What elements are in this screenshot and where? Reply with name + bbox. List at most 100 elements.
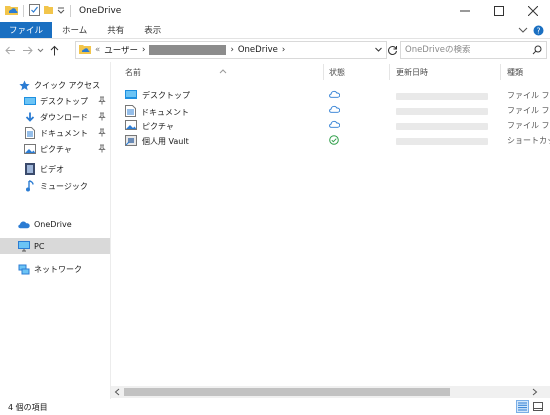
column-divider[interactable] (323, 64, 324, 80)
column-name[interactable]: 名前 (125, 67, 141, 78)
pin-icon (98, 96, 106, 107)
sidebar-item-pc[interactable]: PC (0, 238, 110, 254)
table-row[interactable]: 個人用 Vault ショートカット (111, 134, 550, 149)
properties-icon[interactable] (29, 3, 40, 19)
sidebar-item-label: OneDrive (34, 219, 72, 229)
toolbar-separator (70, 5, 71, 17)
file-type: ファイル フォル (507, 121, 550, 130)
file-name-cell: デスクトップ (125, 90, 190, 101)
breadcrumb-separator[interactable]: › (282, 45, 285, 55)
up-button[interactable] (47, 43, 61, 57)
sidebar-item-label: ビデオ (40, 164, 64, 174)
tab-file[interactable]: ファイル (0, 22, 53, 38)
customize-toolbar-icon[interactable] (57, 5, 65, 18)
maximize-button[interactable] (482, 0, 516, 22)
network-icon (18, 263, 30, 275)
sidebar-item-label: デスクトップ (40, 96, 88, 106)
search-icon[interactable] (532, 45, 542, 58)
tab-view[interactable]: 表示 (134, 22, 171, 38)
sidebar-item-documents[interactable]: ドキュメント (0, 125, 110, 141)
table-row[interactable]: ピクチャ ファイル フォル (111, 119, 550, 134)
scroll-right-icon[interactable] (532, 388, 538, 399)
file-name: ピクチャ (142, 121, 174, 131)
sidebar-item-videos[interactable]: ビデオ (0, 161, 110, 177)
sidebar-item-desktop[interactable]: デスクトップ (0, 93, 110, 109)
toolbar-separator (23, 5, 24, 17)
breadcrumb-users[interactable]: ユーザー (104, 44, 138, 56)
music-icon (24, 180, 36, 192)
sidebar-item-network[interactable]: ネットワーク (0, 261, 110, 277)
sort-ascending-icon (219, 67, 227, 76)
sidebar-item-music[interactable]: ミュージック (0, 178, 110, 194)
minimize-button[interactable] (448, 0, 482, 22)
vault-shortcut-icon (125, 135, 137, 148)
computer-icon (18, 240, 30, 252)
sidebar-item-downloads[interactable]: ダウンロード (0, 109, 110, 125)
help-icon[interactable]: ? (533, 22, 544, 39)
navigation-bar: « ユーザー › › OneDrive › (0, 39, 550, 61)
breadcrumb-onedrive[interactable]: OneDrive (238, 45, 278, 55)
file-name: 個人用 Vault (142, 137, 189, 146)
onedrive-folder-icon (5, 4, 18, 18)
star-icon (18, 79, 30, 91)
sidebar-item-onedrive[interactable]: OneDrive (0, 216, 110, 232)
sidebar-item-pictures[interactable]: ピクチャ (0, 141, 110, 157)
sidebar-item-label: クイック アクセス (34, 80, 101, 90)
documents-folder-icon (125, 105, 136, 119)
sidebar-item-label: PC (34, 241, 45, 251)
navigation-pane: クイック アクセス デスクトップ ダウンロード ドキュメント ピクチャ ビデオ (0, 66, 110, 399)
status-bar: 4 個の項目 (0, 399, 550, 415)
file-type: ショートカット (507, 136, 550, 145)
table-row[interactable]: デスクトップ ファイル フォル (111, 89, 550, 104)
recent-locations-icon[interactable] (36, 43, 44, 57)
search-input[interactable] (405, 45, 525, 55)
file-name: ドキュメント (141, 107, 189, 117)
column-modified[interactable]: 更新日時 (396, 67, 428, 78)
expand-ribbon-icon[interactable] (518, 22, 528, 39)
file-list: 名前 状態 更新日時 種類 デスクトップ ファイル フォル ドキュメント (111, 62, 550, 399)
breadcrumb-separator[interactable]: › (230, 45, 233, 55)
file-name-cell: 個人用 Vault (125, 135, 189, 148)
cloud-icon (329, 105, 341, 115)
svg-text:?: ? (537, 26, 541, 35)
close-button[interactable] (516, 0, 550, 22)
horizontal-scrollbar[interactable] (111, 386, 550, 398)
sidebar-item-quick-access[interactable]: クイック アクセス (0, 77, 110, 93)
item-count: 4 個の項目 (8, 403, 48, 412)
sidebar-item-label: ミュージック (40, 181, 88, 191)
column-type[interactable]: 種類 (507, 67, 523, 78)
breadcrumb-overflow[interactable]: « (95, 45, 100, 55)
scroll-left-icon[interactable] (114, 388, 120, 399)
redacted-date (396, 123, 488, 130)
scrollbar-thumb[interactable] (124, 388, 450, 396)
redacted-date (396, 138, 488, 145)
search-box[interactable] (400, 41, 547, 59)
pin-icon (98, 112, 106, 123)
forward-button[interactable] (20, 43, 34, 57)
sidebar-item-label: ダウンロード (40, 112, 88, 122)
tab-share[interactable]: 共有 (97, 22, 134, 38)
large-icons-view-icon[interactable] (531, 400, 544, 413)
sidebar-item-label: ピクチャ (40, 144, 72, 154)
column-divider[interactable] (500, 64, 501, 80)
column-headers: 名前 状態 更新日時 種類 (111, 62, 550, 82)
address-dropdown-icon[interactable] (374, 45, 383, 57)
column-divider[interactable] (389, 64, 390, 80)
tab-home[interactable]: ホーム (52, 22, 97, 38)
table-row[interactable]: ドキュメント ファイル フォル (111, 104, 550, 119)
address-bar[interactable]: « ユーザー › › OneDrive › (75, 41, 387, 59)
file-type: ファイル フォル (507, 91, 550, 100)
file-type: ファイル フォル (507, 106, 550, 115)
onedrive-cloud-icon (18, 218, 30, 230)
back-button[interactable] (3, 43, 17, 57)
breadcrumb-separator[interactable]: › (142, 45, 145, 55)
refresh-button[interactable] (385, 42, 399, 58)
new-folder-icon[interactable] (43, 4, 54, 18)
quick-access-toolbar (0, 0, 73, 22)
pictures-folder-icon (125, 120, 137, 132)
download-icon (24, 111, 36, 123)
file-name-cell: ピクチャ (125, 120, 174, 132)
column-status[interactable]: 状態 (329, 67, 345, 78)
details-view-icon[interactable] (516, 400, 529, 413)
redacted-date (396, 108, 488, 115)
